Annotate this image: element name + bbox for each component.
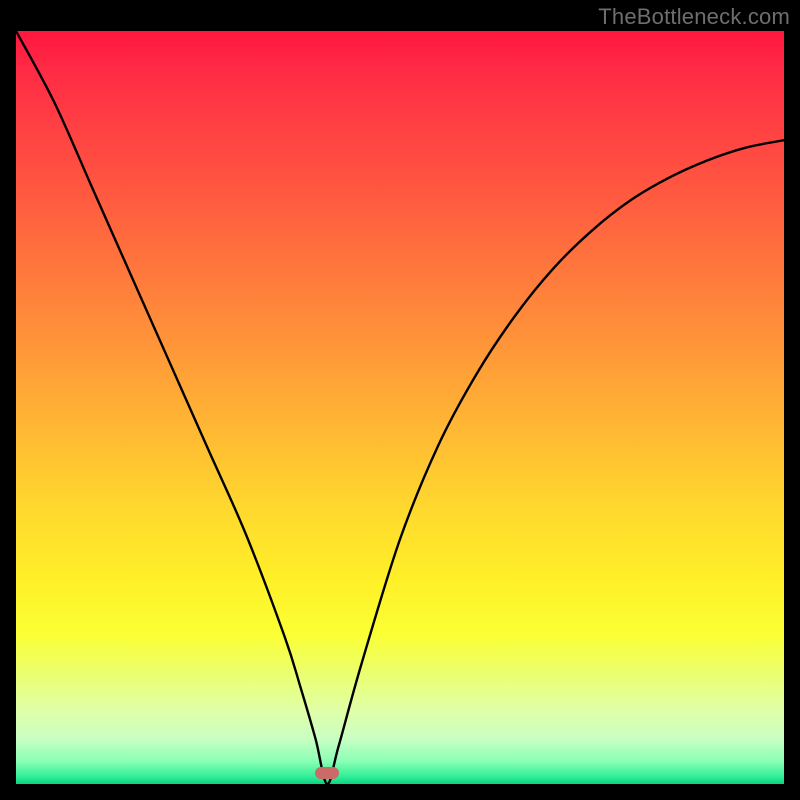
- bottleneck-curve: [16, 31, 784, 784]
- watermark-text: TheBottleneck.com: [598, 4, 790, 30]
- chart-area: [16, 31, 784, 784]
- optimal-marker: [315, 767, 339, 779]
